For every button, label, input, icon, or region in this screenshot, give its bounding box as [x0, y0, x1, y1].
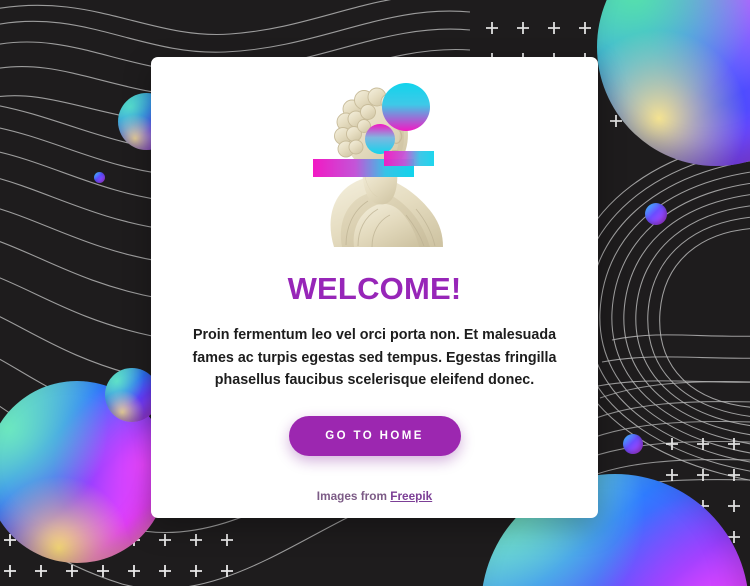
image-credit-prefix: Images from — [316, 488, 391, 503]
sphere-bottom-right-tiny — [623, 434, 643, 454]
image-credit: Images from Freepik — [317, 489, 432, 503]
page-root: WELCOME! Proin fermentum leo vel orci po… — [0, 0, 750, 586]
page-title: WELCOME! — [287, 271, 462, 306]
freepik-link[interactable]: Freepik — [390, 489, 432, 503]
go-to-home-button[interactable]: GO TO HOME — [288, 415, 461, 456]
hero-illustration — [280, 79, 470, 251]
body-text: Proin fermentum leo vel orci porta non. … — [192, 327, 557, 389]
welcome-card: WELCOME! Proin fermentum leo vel orci po… — [151, 57, 598, 518]
sphere-dot-left-tiny — [94, 172, 105, 183]
sphere-right-mid-small — [645, 203, 667, 225]
